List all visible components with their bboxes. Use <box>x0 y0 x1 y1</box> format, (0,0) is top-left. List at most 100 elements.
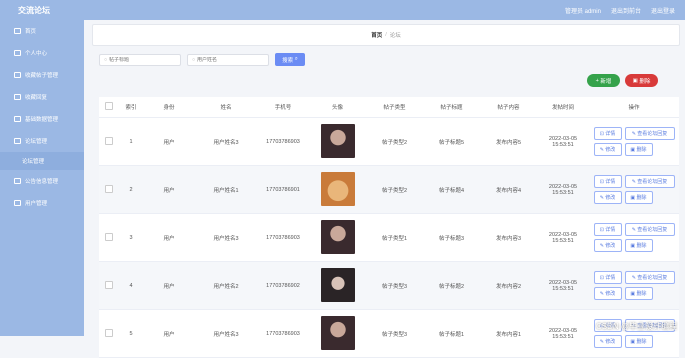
users-icon <box>14 200 21 206</box>
sidebar-item-notice[interactable]: 公告信息管理 <box>0 170 84 192</box>
user-search-field[interactable]: ○ <box>187 53 269 66</box>
cell-type: 帖子类型1 <box>366 213 423 262</box>
sidebar-item-collect-replies[interactable]: 收藏回复 <box>0 86 84 108</box>
logout-link[interactable]: 退出登录 <box>651 6 675 15</box>
row-delete-label: 删除 <box>636 243 647 249</box>
edit-button[interactable]: ✎ 修改 <box>593 239 622 252</box>
cell-content: 发布内容3 <box>480 213 537 262</box>
select-all-header[interactable] <box>99 97 119 118</box>
row-delete-label: 删除 <box>636 195 647 201</box>
edit-button[interactable]: ✎ 修改 <box>593 143 622 156</box>
row-checkbox[interactable] <box>105 184 113 193</box>
view-replies-button[interactable]: ✎ 查看论坛回复 <box>624 127 675 140</box>
sidebar-item-collect-posts[interactable]: 收藏帖子管理 <box>0 64 84 86</box>
cell-ops: ⊡ 详情 ✎ 查看论坛回复 ✎ 修改 ▣ 删除 <box>589 309 679 358</box>
detail-icon: ⊡ <box>599 130 604 137</box>
cell-title: 帖子标题1 <box>423 309 480 358</box>
search-bar: ○ ○ 搜索 ⌕ <box>99 53 305 66</box>
sidebar-item-home[interactable]: 首页 <box>0 20 84 42</box>
detail-label: 详情 <box>605 131 616 137</box>
sidebar-item-label: 基础数据管理 <box>25 117 59 123</box>
detail-icon: ⊡ <box>599 178 604 185</box>
edit-button[interactable]: ✎ 修改 <box>593 191 622 204</box>
cell-title: 帖子标题3 <box>423 213 480 262</box>
forum-icon <box>14 138 21 144</box>
trash-icon: ▣ <box>630 290 636 297</box>
cell-ops: ⊡ 详情 ✎ 查看论坛回复 ✎ 修改 ▣ 删除 <box>589 165 679 214</box>
edit-button[interactable]: ✎ 修改 <box>593 335 622 348</box>
cell-index: 3 <box>119 213 143 262</box>
cell-name: 用户姓名3 <box>195 213 257 262</box>
row-delete-button[interactable]: ▣ 删除 <box>624 191 653 204</box>
cell-avatar <box>309 309 366 358</box>
row-actions: ⊡ 详情 ✎ 查看论坛回复 ✎ 修改 ▣ 删除 <box>590 271 678 300</box>
delete-button-label: 删除 <box>639 78 651 85</box>
detail-button[interactable]: ⊡ 详情 <box>593 271 622 284</box>
edit-button[interactable]: ✎ 修改 <box>593 287 622 300</box>
breadcrumb: 首页 / 论坛 <box>92 24 680 46</box>
main-content: 首页 / 论坛 ○ ○ 搜索 ⌕ + 新增 ▣ 删除 索引 身份 姓名 手机号 … <box>84 20 685 358</box>
row-checkbox[interactable] <box>105 232 113 241</box>
cell-role: 用户 <box>143 165 195 214</box>
view-replies-button[interactable]: ✎ 查看论坛回复 <box>624 271 675 284</box>
view-replies-button[interactable]: ✎ 查看论坛回复 <box>624 223 675 236</box>
row-delete-button[interactable]: ▣ 删除 <box>624 335 653 348</box>
table-row: 4 用户 用户姓名2 17703786902 帖子类型3 帖子标题2 发布内容2 2022-0… <box>99 261 679 310</box>
row-select[interactable] <box>99 309 119 358</box>
search-button-label: 搜索 <box>282 57 294 64</box>
table-row: 5 用户 用户姓名3 17703786903 帖子类型3 帖子标题1 发布内容1 2022-0… <box>99 309 679 358</box>
sidebar-subitem-forum[interactable]: 论坛管理 <box>0 152 84 170</box>
back-to-front-link[interactable]: 退出到前台 <box>611 6 641 15</box>
row-select[interactable] <box>99 117 119 166</box>
sidebar-item-profile[interactable]: 个人中心 <box>0 42 84 64</box>
top-bar: 交流论坛 管理员 admin 退出到前台 退出登录 <box>0 0 685 20</box>
row-checkbox[interactable] <box>105 328 113 337</box>
cell-title: 帖子标题5 <box>423 117 480 166</box>
sidebar-item-label: 个人中心 <box>25 51 48 57</box>
cell-role: 用户 <box>143 213 195 262</box>
row-actions: ⊡ 详情 ✎ 查看论坛回复 ✎ 修改 ▣ 删除 <box>590 175 678 204</box>
detail-button[interactable]: ⊡ 详情 <box>593 223 622 236</box>
row-delete-button[interactable]: ▣ 删除 <box>624 287 653 300</box>
breadcrumb-separator: / <box>385 32 387 38</box>
user-search-input[interactable] <box>197 56 258 63</box>
row-delete-button[interactable]: ▣ 删除 <box>624 239 653 252</box>
detail-icon: ⊡ <box>599 274 604 281</box>
row-select[interactable] <box>99 213 119 262</box>
sidebar-item-label: 收藏帖子管理 <box>25 73 59 79</box>
row-checkbox[interactable] <box>105 280 113 289</box>
cell-index: 4 <box>119 261 143 310</box>
row-select[interactable] <box>99 261 119 310</box>
search-button[interactable]: 搜索 ⌕ <box>275 53 305 66</box>
trash-icon: ▣ <box>630 338 636 345</box>
cell-time: 2022-03-05 15:53:51 <box>537 165 589 214</box>
breadcrumb-home[interactable]: 首页 <box>371 31 382 39</box>
sidebar-item-base-data[interactable]: 基础数据管理 <box>0 108 84 130</box>
cell-time: 2022-03-05 15:53:51 <box>537 261 589 310</box>
row-delete-label: 删除 <box>636 339 647 345</box>
add-button[interactable]: + 新增 <box>587 74 620 87</box>
row-select[interactable] <box>99 165 119 214</box>
table-header-row: 索引 身份 姓名 手机号 头像 帖子类型 帖子标题 帖子内容 发帖时间 操作 <box>99 97 679 118</box>
row-checkbox[interactable] <box>105 136 113 145</box>
detail-button[interactable]: ⊡ 详情 <box>593 127 622 140</box>
cell-name: 用户姓名1 <box>195 165 257 214</box>
col-name: 姓名 <box>195 97 257 118</box>
detail-button[interactable]: ⊡ 详情 <box>593 175 622 188</box>
trash-icon: ▣ <box>630 146 636 153</box>
sidebar-item-users[interactable]: 用户管理 <box>0 192 84 214</box>
row-delete-button[interactable]: ▣ 删除 <box>624 143 653 156</box>
delete-button[interactable]: ▣ 删除 <box>625 74 658 87</box>
cell-content: 发布内容5 <box>480 117 537 166</box>
title-search-field[interactable]: ○ <box>99 53 181 66</box>
cell-time: 2022-03-05 15:53:51 <box>537 309 589 358</box>
cell-phone: 17703786902 <box>257 261 309 310</box>
sidebar-item-label: 用户管理 <box>25 201 48 207</box>
cell-type: 帖子类型3 <box>366 309 423 358</box>
sidebar-item-forum[interactable]: 论坛管理 <box>0 130 84 152</box>
select-all-checkbox[interactable] <box>105 102 113 110</box>
edit-label: 修改 <box>605 147 616 153</box>
avatar <box>320 267 355 302</box>
view-replies-button[interactable]: ✎ 查看论坛回复 <box>624 175 675 188</box>
title-search-input[interactable] <box>109 56 170 63</box>
